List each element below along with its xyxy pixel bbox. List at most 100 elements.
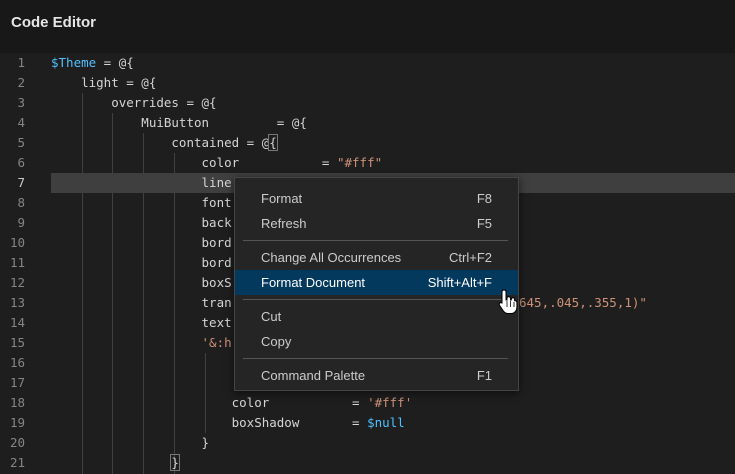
line-number: 12 bbox=[9, 275, 25, 290]
line-code: } bbox=[51, 433, 210, 453]
line-number: 15 bbox=[9, 335, 25, 350]
line-code: back bbox=[51, 213, 232, 233]
line-number: 9 bbox=[17, 215, 25, 230]
menu-item-format[interactable]: Format F8 bbox=[235, 186, 518, 211]
menu-separator bbox=[243, 299, 508, 300]
code-token: boxS bbox=[51, 275, 232, 290]
line-number: 6 bbox=[17, 155, 25, 170]
menu-item-shortcut: Ctrl+F2 bbox=[449, 250, 492, 265]
code-token: MuiButton = @{ bbox=[51, 115, 307, 130]
line-code: bord bbox=[51, 233, 232, 253]
code-token: font bbox=[51, 195, 232, 210]
code-token: color = bbox=[51, 395, 368, 410]
code-token: color = bbox=[51, 155, 337, 170]
line-code: '&:h bbox=[51, 333, 232, 353]
line-number: 17 bbox=[9, 375, 25, 390]
line-number: 7 bbox=[17, 175, 25, 190]
line-number: 2 bbox=[17, 75, 25, 90]
menu-item-label: Command Palette bbox=[261, 368, 366, 383]
code-token: back bbox=[51, 215, 232, 230]
line-code: } bbox=[51, 453, 180, 473]
line-code: overrides = @{ bbox=[51, 93, 217, 113]
menu-item-command-palette[interactable]: Command Palette F1 bbox=[235, 363, 518, 388]
line-number: 8 bbox=[17, 195, 25, 210]
context-menu: Format F8 Refresh F5 Change All Occurren… bbox=[234, 177, 519, 391]
title-bar: Code Editor bbox=[0, 0, 735, 53]
code-token: '&:h bbox=[201, 335, 232, 350]
code-token: boxShadow = bbox=[51, 415, 368, 430]
menu-item-copy[interactable]: Copy bbox=[235, 329, 518, 354]
code-token: '#fff' bbox=[367, 395, 413, 410]
menu-item-format-document[interactable]: Format Document Shift+Alt+F bbox=[235, 270, 518, 295]
code-token: 645,.045,.355,1)" bbox=[519, 295, 647, 310]
line-code: $Theme = @{ bbox=[51, 53, 134, 73]
menu-separator bbox=[243, 358, 508, 359]
line-code: font bbox=[51, 193, 232, 213]
menu-item-shortcut: Shift+Alt+F bbox=[427, 275, 492, 290]
code-line[interactable]: 19 boxShadow = $null bbox=[0, 413, 735, 433]
line-code: tran bbox=[51, 293, 232, 313]
code-token: } bbox=[51, 435, 210, 450]
line-number: 11 bbox=[9, 255, 25, 270]
menu-item-label: Format bbox=[261, 191, 303, 206]
code-token: { bbox=[268, 134, 278, 151]
line-code: boxShadow = $null bbox=[51, 413, 405, 433]
line-number: 14 bbox=[9, 315, 25, 330]
menu-item-label: Change All Occurrences bbox=[261, 250, 402, 265]
line-number: 3 bbox=[17, 95, 25, 110]
line-code: text bbox=[51, 313, 232, 333]
hand-pointer-icon bbox=[498, 289, 518, 314]
code-line[interactable]: 21 } bbox=[0, 453, 735, 473]
line-code: line bbox=[51, 173, 232, 193]
code-token: overrides = @{ bbox=[51, 95, 217, 110]
menu-item-shortcut: F1 bbox=[476, 368, 492, 383]
code-token: bord bbox=[51, 235, 232, 250]
line-number: 13 bbox=[9, 295, 25, 310]
code-line[interactable]: 3 overrides = @{ bbox=[0, 93, 735, 113]
line-number: 1 bbox=[17, 55, 25, 70]
code-line[interactable]: 6 color = "#fff" bbox=[0, 153, 735, 173]
line-code: light = @{ bbox=[51, 73, 156, 93]
code-token: contained = @ bbox=[51, 135, 270, 150]
code-line[interactable]: 4 MuiButton = @{ bbox=[0, 113, 735, 133]
menu-item-shortcut: F5 bbox=[476, 216, 492, 231]
line-number: 4 bbox=[17, 115, 25, 130]
code-line[interactable]: 5 contained = @{ bbox=[0, 133, 735, 153]
code-line[interactable]: 20 } bbox=[0, 433, 735, 453]
line-code: MuiButton = @{ bbox=[51, 113, 307, 133]
line-number: 10 bbox=[9, 235, 25, 250]
line-code: color = '#fff' bbox=[51, 393, 413, 413]
line-number: 19 bbox=[9, 415, 25, 430]
line-code: contained = @{ bbox=[51, 133, 278, 153]
menu-item-label: Format Document bbox=[261, 275, 366, 290]
menu-item-label: Refresh bbox=[261, 216, 307, 231]
line-code: color = "#fff" bbox=[51, 153, 383, 173]
code-token: $Theme bbox=[51, 55, 97, 70]
line-number: 21 bbox=[9, 455, 25, 470]
menu-item-cut[interactable]: Cut bbox=[235, 304, 518, 329]
line-code: boxS bbox=[51, 273, 232, 293]
window-title: Code Editor bbox=[11, 14, 96, 31]
line-number: 18 bbox=[9, 395, 25, 410]
menu-item-shortcut: F8 bbox=[476, 191, 492, 206]
menu-item-change-all-occurrences[interactable]: Change All Occurrences Ctrl+F2 bbox=[235, 245, 518, 270]
menu-item-refresh[interactable]: Refresh F5 bbox=[235, 211, 518, 236]
code-token: = @{ bbox=[96, 55, 134, 70]
code-token: } bbox=[170, 454, 180, 471]
menu-separator bbox=[243, 240, 508, 241]
code-token: tran bbox=[51, 295, 232, 310]
menu-item-label: Copy bbox=[261, 334, 292, 349]
code-line[interactable]: 18 color = '#fff' bbox=[0, 393, 735, 413]
menu-item-label: Cut bbox=[261, 309, 282, 324]
code-token: line bbox=[51, 175, 232, 190]
code-token: text bbox=[51, 315, 232, 330]
line-number: 5 bbox=[17, 135, 25, 150]
line-number: 16 bbox=[9, 355, 25, 370]
code-token: $null bbox=[367, 415, 405, 430]
line-number: 20 bbox=[9, 435, 25, 450]
code-line[interactable]: 2 light = @{ bbox=[0, 73, 735, 93]
line-code: bord bbox=[51, 253, 232, 273]
code-line[interactable]: 1 $Theme = @{ bbox=[0, 53, 735, 73]
